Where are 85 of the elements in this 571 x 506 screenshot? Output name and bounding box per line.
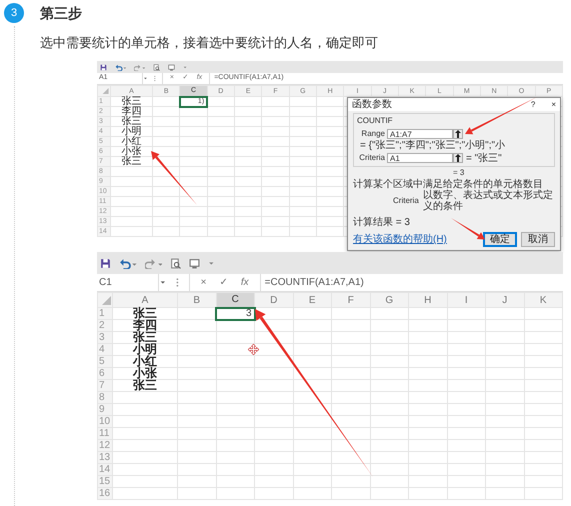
table-cell: 小红 <box>110 136 152 146</box>
column-header[interactable]: J <box>486 292 524 308</box>
row-number[interactable]: 1 <box>98 308 112 320</box>
print-preview-icon[interactable] <box>153 64 160 70</box>
argument-value: = {"张三";"李四";"张三";"小明";"小 <box>360 140 506 151</box>
argument-label: Criteria <box>358 152 386 164</box>
argument-field[interactable]: A1:A7 <box>387 129 453 139</box>
redo-icon[interactable] <box>144 258 162 268</box>
column-header[interactable]: B <box>178 292 216 308</box>
row-number[interactable]: 4 <box>98 344 112 356</box>
table-cell: 3 <box>216 308 254 320</box>
table-cell: 小张 <box>112 368 178 380</box>
column-header[interactable]: F <box>332 292 370 308</box>
row-number[interactable]: 10 <box>98 416 112 428</box>
undo-icon[interactable] <box>115 64 126 70</box>
column-header[interactable]: E <box>293 292 332 308</box>
argument-name: Criteria <box>393 195 419 207</box>
caret-icon[interactable] <box>143 75 148 82</box>
row-number[interactable]: 12 <box>98 440 112 452</box>
formula-text[interactable]: =COUNTIF(A1:A7,A1) <box>264 275 364 290</box>
row-number[interactable]: 6 <box>98 368 112 380</box>
enter-button[interactable]: ✓ <box>220 275 228 290</box>
row-number[interactable]: 2 <box>98 320 112 332</box>
cancel-button[interactable]: 取消 <box>521 232 555 247</box>
table-cell: 小明 <box>112 344 178 356</box>
argument-value: = "张三" <box>466 152 502 164</box>
argument-label: Range <box>360 128 386 140</box>
redo-icon[interactable] <box>134 64 146 70</box>
row-number[interactable]: 16 <box>98 488 112 500</box>
table-cell: 李四 <box>112 320 178 332</box>
calculation-result: 计算结果 = 3 <box>353 217 411 228</box>
ok-button[interactable]: 确定 <box>483 232 517 247</box>
table-cell: 小明 <box>110 126 152 136</box>
table-cell: 张三 <box>110 96 152 106</box>
save-icon[interactable] <box>100 258 111 268</box>
row-number[interactable]: 13 <box>98 452 112 464</box>
row-number[interactable]: 8 <box>98 392 112 404</box>
step-number-badge: 3 <box>4 3 24 23</box>
function-description: 计算某个区域中满足给定条件的单元格数目 <box>353 179 543 190</box>
row-number[interactable]: 15 <box>98 476 112 488</box>
column-header[interactable]: I <box>447 292 486 308</box>
column-header[interactable]: K <box>524 292 562 308</box>
table-cell: 小红 <box>112 356 178 368</box>
argument-field[interactable]: A1 <box>387 153 453 163</box>
table-cell: 张三 <box>110 156 152 166</box>
pointer-arrow <box>151 151 197 205</box>
collapse-button[interactable] <box>453 129 463 139</box>
step-instruction: 选中需要统计的单元格，接着选中要统计的人名，确定即可 <box>40 35 379 51</box>
close-button[interactable]: × <box>551 98 556 110</box>
formula-result: = 3 <box>453 168 464 177</box>
cancel-button[interactable]: × <box>200 275 207 290</box>
row-number[interactable]: 5 <box>98 356 112 368</box>
save-icon[interactable] <box>100 64 107 70</box>
column-header[interactable]: A <box>112 292 178 308</box>
help-button[interactable]: ? <box>530 98 536 110</box>
argument-description: 以数字、表达式或文本形式定义的条件 <box>422 190 554 212</box>
column-header[interactable]: D <box>254 292 293 308</box>
row-number[interactable]: 11 <box>98 428 112 440</box>
table-cell: 张三 <box>112 332 178 344</box>
step-title: 第三步 <box>40 4 83 23</box>
table-cell: 李四 <box>110 106 152 116</box>
name-box[interactable]: C1 <box>99 275 112 290</box>
screen-icon[interactable] <box>189 258 200 268</box>
help-link[interactable]: 有关该函数的帮助(H) <box>353 234 447 245</box>
table-cell: 张三 <box>112 380 178 392</box>
row-number[interactable]: 7 <box>98 380 112 392</box>
column-header[interactable]: C <box>216 292 254 308</box>
row-number[interactable]: 14 <box>98 464 112 476</box>
up-arrow-icon <box>455 130 461 138</box>
print-preview-icon[interactable] <box>170 258 182 268</box>
column-header[interactable]: H <box>408 292 447 308</box>
row-number[interactable]: 9 <box>98 404 112 416</box>
table-cell: 张三 <box>112 308 178 320</box>
column-header[interactable]: G <box>370 292 408 308</box>
row-number[interactable]: 3 <box>98 332 112 344</box>
screen-icon[interactable] <box>168 64 176 70</box>
table-cell: 张三 <box>110 116 152 126</box>
function-name: COUNTIF <box>357 115 394 127</box>
insert-function-button[interactable]: fx <box>240 275 249 290</box>
dialog-title: 函数参数 <box>352 99 392 110</box>
undo-icon[interactable] <box>119 258 137 268</box>
collapse-button[interactable] <box>453 153 463 163</box>
pointer-arrow <box>451 218 485 240</box>
up-arrow-icon <box>455 154 461 162</box>
move-cursor-icon <box>248 344 259 355</box>
